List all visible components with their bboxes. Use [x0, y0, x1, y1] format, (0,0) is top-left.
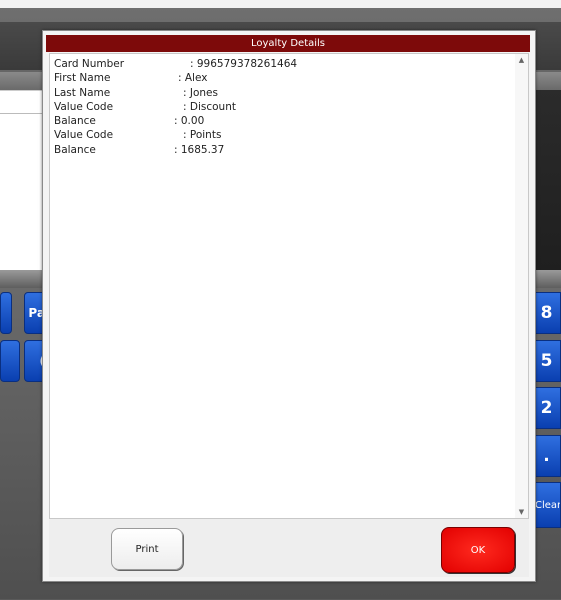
window-top-edge [0, 0, 561, 8]
loyalty-details-dialog: Loyalty Details Card Number : 9965793782… [42, 30, 536, 582]
detail-row-value-code: Value Code : Points [54, 128, 512, 142]
keypad-label: 2 [540, 398, 553, 418]
keypad-label: 8 [540, 303, 553, 323]
detail-value: : Discount [183, 100, 236, 113]
scroll-down-icon[interactable]: ▼ [515, 506, 528, 518]
details-list: Card Number : 996579378261464 First Name… [54, 57, 512, 157]
keypad-decimal-button[interactable]: . [532, 435, 561, 477]
detail-value: : Alex [178, 72, 208, 85]
detail-row-last-name: Last Name : Jones [54, 86, 512, 100]
detail-label: Balance [54, 143, 96, 156]
detail-value: : 0.00 [174, 115, 205, 128]
detail-label: Value Code [54, 100, 114, 113]
pos-function-button[interactable] [0, 340, 20, 382]
loyalty-details-content: Card Number : 996579378261464 First Name… [49, 53, 529, 519]
detail-label: Value Code [54, 129, 114, 142]
detail-label: Card Number [54, 58, 125, 70]
pos-transaction-panel [0, 90, 44, 271]
detail-value: : Points [183, 129, 222, 142]
dialog-footer: Print OK [49, 519, 529, 577]
clear-button-label: Clear [535, 499, 561, 511]
keypad-label: . [543, 446, 550, 466]
detail-value: : 1685.37 [174, 143, 225, 156]
vertical-scrollbar[interactable]: ▲ ▼ [515, 54, 528, 518]
clear-button[interactable]: Clear [532, 482, 561, 528]
detail-row-value-code: Value Code : Discount [54, 100, 512, 114]
keypad-2-button[interactable]: 2 [532, 387, 561, 429]
print-button[interactable]: Print [111, 528, 183, 570]
ok-button[interactable]: OK [441, 527, 515, 573]
detail-row-balance: Balance : 0.00 [54, 114, 512, 128]
dialog-title: Loyalty Details [46, 35, 530, 52]
detail-label: First Name [54, 72, 111, 85]
keypad-label: 5 [540, 351, 553, 371]
pos-function-button[interactable] [0, 292, 12, 334]
detail-label: Last Name [54, 86, 111, 99]
detail-row-card-number: Card Number : 996579378261464 [54, 57, 512, 71]
detail-value: : 996579378261464 [190, 58, 298, 70]
detail-label: Balance [54, 115, 96, 128]
keypad-5-button[interactable]: 5 [532, 340, 561, 382]
detail-row-balance: Balance : 1685.37 [54, 143, 512, 157]
detail-row-first-name: First Name : Alex [54, 71, 512, 85]
detail-value: : Jones [183, 86, 218, 99]
scroll-up-icon[interactable]: ▲ [515, 54, 528, 66]
keypad-8-button[interactable]: 8 [532, 292, 561, 334]
panel-divider [0, 113, 44, 114]
pos-right-panel [534, 90, 561, 270]
